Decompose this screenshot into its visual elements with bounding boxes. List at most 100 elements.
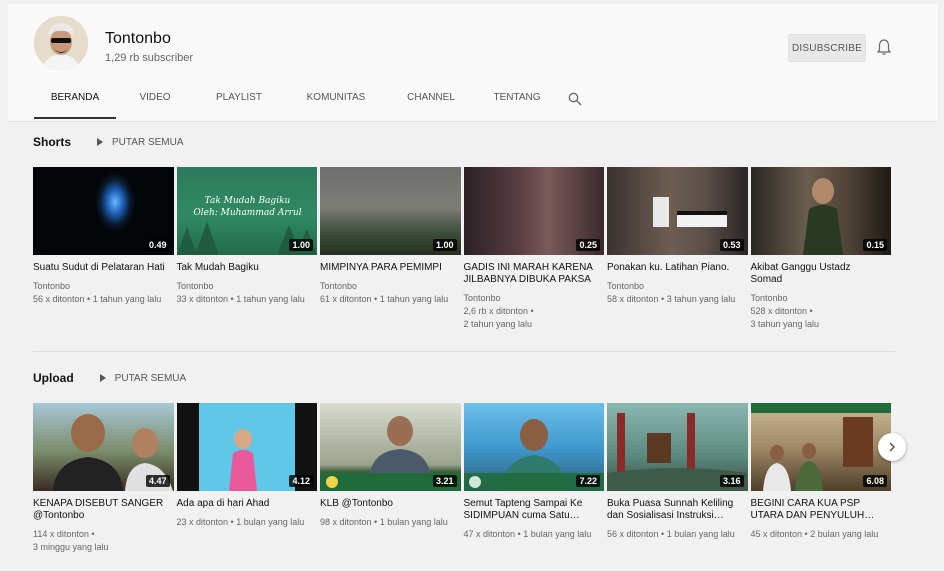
video-meta: Tontonbo 33 x ditonton • 1 tahun yang la… bbox=[177, 280, 318, 306]
video-meta: 47 x ditonton • 1 bulan yang lalu bbox=[464, 528, 605, 541]
tab-video[interactable]: VIDEO bbox=[126, 86, 184, 120]
video-thumbnail[interactable]: 0.15 bbox=[750, 167, 891, 255]
video-age: 3 minggu yang lalu bbox=[33, 542, 109, 552]
video-title[interactable]: Tak Mudah Bagiku bbox=[177, 262, 318, 274]
tab-playlist[interactable]: PLAYLIST bbox=[202, 86, 276, 120]
video-meta: 23 x ditonton • 1 bulan yang lalu bbox=[177, 516, 318, 529]
video-meta: Tontonbo 56 x ditonton • 1 tahun yang la… bbox=[33, 280, 174, 306]
video-duration: 3.21 bbox=[432, 475, 457, 487]
video-title[interactable]: Akibat Ganggu Ustadz Somad bbox=[751, 262, 892, 286]
video-stats: 56 x ditonton • 1 bulan yang lalu bbox=[607, 529, 735, 539]
video-meta: 114 x ditonton • 3 minggu yang lalu bbox=[33, 528, 174, 554]
video-duration: 4.12 bbox=[289, 475, 313, 487]
section-divider bbox=[33, 351, 895, 352]
video-title[interactable]: Ponakan ku. Latihan Piano. bbox=[607, 262, 748, 274]
video-age: 3 tahun yang lalu bbox=[750, 319, 820, 329]
section-title: Shorts bbox=[33, 135, 72, 149]
video-stats: 114 x ditonton • bbox=[33, 529, 95, 539]
video-meta: Tontonbo 58 x ditonton • 3 tahun yang la… bbox=[607, 280, 748, 306]
video-duration: 0.49 bbox=[145, 239, 170, 251]
video-card[interactable]: 3.16 Buka Puasa Sunnah Keliling dan Sosi… bbox=[607, 403, 748, 554]
thumbnail-overlay-text: Tak Mudah Bagiku Oleh: Muhammad Arrul bbox=[193, 196, 302, 218]
video-title[interactable]: Ada apa di hari Ahad bbox=[177, 498, 318, 510]
video-card[interactable]: 0.53 Ponakan ku. Latihan Piano. Tontonbo… bbox=[607, 167, 748, 331]
video-title[interactable]: Buka Puasa Sunnah Keliling dan Sosialisa… bbox=[607, 498, 748, 522]
video-card[interactable]: 7.22 Semut Tapteng Sampai Ke SIDIMPUAN c… bbox=[463, 403, 605, 554]
video-thumbnail[interactable]: 3.16 bbox=[607, 403, 748, 491]
video-card[interactable]: 0.15 Akibat Ganggu Ustadz Somad Tontonbo… bbox=[750, 167, 892, 331]
channel-avatar[interactable] bbox=[34, 16, 88, 70]
video-title[interactable]: Semut Tapteng Sampai Ke SIDIMPUAN cuma S… bbox=[464, 498, 605, 522]
video-thumbnail[interactable]: 4.12 bbox=[176, 403, 317, 491]
upload-row: 4.47 KENAPA DISEBUT SANGER @Tontonbo 114… bbox=[33, 403, 891, 554]
play-all-button[interactable]: PUTAR SEMUA bbox=[99, 372, 187, 384]
video-stats: 528 x ditonton • bbox=[750, 306, 813, 316]
play-icon bbox=[97, 138, 104, 146]
video-meta: 56 x ditonton • 1 bulan yang lalu bbox=[607, 528, 748, 541]
bell-icon[interactable] bbox=[876, 38, 892, 56]
video-stats: 23 x ditonton • 1 bulan yang lalu bbox=[176, 517, 305, 527]
video-card[interactable]: 0.49 Suatu Sudut di Pelataran Hati Tonto… bbox=[33, 167, 174, 331]
video-thumbnail[interactable]: 0.25 bbox=[463, 167, 604, 255]
video-stats: 58 x ditonton • 3 tahun yang lalu bbox=[607, 294, 736, 304]
video-card[interactable]: Tak Mudah Bagiku Oleh: Muhammad Arrul 1.… bbox=[176, 167, 318, 331]
video-stats: 98 x ditonton • 1 bulan yang lalu bbox=[320, 517, 448, 527]
video-duration: 6.08 bbox=[863, 475, 887, 487]
video-card[interactable]: 3.21 KLB @Tontonbo 98 x ditonton • 1 bul… bbox=[320, 403, 461, 554]
video-card[interactable]: 1.00 MIMPINYA PARA PEMIMPI Tontonbo 61 x… bbox=[320, 167, 461, 331]
video-stats: 2,6 rb x ditonton • bbox=[463, 306, 534, 316]
video-duration: 0.25 bbox=[576, 239, 600, 251]
video-stats: 61 x ditonton • 1 tahun yang lalu bbox=[320, 294, 449, 304]
video-age: 2 tahun yang lalu bbox=[463, 319, 533, 329]
tab-komunitas[interactable]: KOMUNITAS bbox=[294, 86, 378, 120]
video-thumbnail[interactable]: 6.08 bbox=[750, 403, 891, 491]
video-channel[interactable]: Tontonbo bbox=[751, 292, 888, 305]
video-title[interactable]: BEGINI CARA KUA PSP UTARA DAN PENYULUH… bbox=[751, 498, 892, 522]
video-meta: 98 x ditonton • 1 bulan yang lalu bbox=[320, 516, 461, 529]
video-duration: 7.22 bbox=[576, 475, 600, 487]
video-title[interactable]: Suatu Sudut di Pelataran Hati bbox=[33, 262, 174, 274]
video-thumbnail[interactable]: 0.53 bbox=[607, 167, 748, 255]
channel-name: Tontonbo bbox=[105, 30, 171, 47]
video-title[interactable]: KENAPA DISEBUT SANGER @Tontonbo bbox=[33, 498, 174, 522]
video-duration: 4.47 bbox=[145, 475, 170, 487]
play-all-label: PUTAR SEMUA bbox=[112, 136, 184, 148]
video-channel[interactable]: Tontonbo bbox=[464, 292, 601, 305]
play-all-label: PUTAR SEMUA bbox=[114, 372, 187, 384]
video-stats: 47 x ditonton • 1 bulan yang lalu bbox=[463, 529, 592, 539]
video-thumbnail[interactable]: 4.47 bbox=[33, 403, 174, 491]
subscribed-button[interactable]: DISUBSCRIBE bbox=[788, 34, 866, 62]
youtube-channel-page: Tontonbo 1,29 rb subscriber DISUBSCRIBE … bbox=[0, 0, 944, 571]
video-thumbnail[interactable]: 1.00 bbox=[320, 167, 461, 255]
video-channel[interactable]: Tontonbo bbox=[33, 280, 170, 293]
video-duration: 1.00 bbox=[289, 239, 313, 251]
tab-beranda[interactable]: BERANDA bbox=[34, 86, 116, 120]
video-card[interactable]: 4.47 KENAPA DISEBUT SANGER @Tontonbo 114… bbox=[33, 403, 174, 554]
video-thumbnail[interactable]: 7.22 bbox=[463, 403, 604, 491]
video-card[interactable]: 4.12 Ada apa di hari Ahad 23 x ditonton … bbox=[176, 403, 318, 554]
video-card[interactable]: 6.08 BEGINI CARA KUA PSP UTARA DAN PENYU… bbox=[750, 403, 892, 554]
video-duration: 1.00 bbox=[432, 239, 457, 251]
video-thumbnail[interactable]: Tak Mudah Bagiku Oleh: Muhammad Arrul 1.… bbox=[176, 167, 317, 255]
subscriber-count: 1,29 rb subscriber bbox=[105, 52, 194, 64]
video-thumbnail[interactable]: 0.49 bbox=[33, 167, 174, 255]
video-duration: 0.15 bbox=[863, 239, 887, 251]
video-card[interactable]: 0.25 GADIS INI MARAH KARENA JILBABNYA DI… bbox=[463, 167, 605, 331]
upload-section-header: Upload PUTAR SEMUA bbox=[33, 371, 186, 385]
video-title[interactable]: KLB @Tontonbo bbox=[320, 498, 461, 510]
tab-channel[interactable]: CHANNEL bbox=[394, 86, 468, 120]
section-title: Upload bbox=[33, 371, 74, 385]
video-title[interactable]: GADIS INI MARAH KARENA JILBABNYA DIBUKA … bbox=[464, 262, 605, 286]
search-icon[interactable] bbox=[568, 92, 582, 106]
video-thumbnail[interactable]: 3.21 bbox=[320, 403, 461, 491]
channel-header: Tontonbo 1,29 rb subscriber DISUBSCRIBE … bbox=[8, 4, 938, 122]
video-duration: 0.53 bbox=[719, 239, 744, 251]
tab-tentang[interactable]: TENTANG bbox=[482, 86, 552, 120]
video-title[interactable]: MIMPINYA PARA PEMIMPI bbox=[320, 262, 461, 274]
play-all-button[interactable]: PUTAR SEMUA bbox=[97, 137, 184, 148]
video-stats: 33 x ditonton • 1 tahun yang lalu bbox=[176, 294, 305, 304]
carousel-next-button[interactable] bbox=[878, 433, 906, 461]
video-channel[interactable]: Tontonbo bbox=[607, 280, 744, 293]
video-channel[interactable]: Tontonbo bbox=[177, 280, 314, 293]
video-channel[interactable]: Tontonbo bbox=[320, 280, 457, 293]
